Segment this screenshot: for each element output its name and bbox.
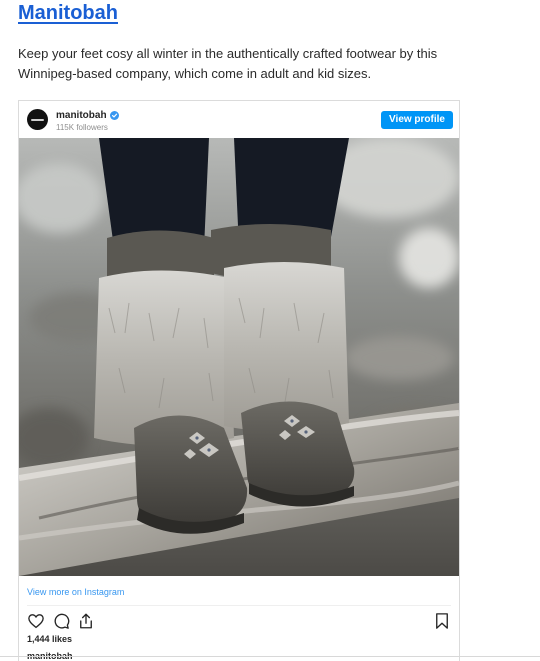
share-icon[interactable] xyxy=(77,612,95,630)
instagram-username-row[interactable]: manitobah xyxy=(56,110,119,121)
divider xyxy=(27,605,451,606)
instagram-post-photo[interactable] xyxy=(19,138,459,576)
like-count: 1,444 likes xyxy=(27,634,73,644)
follower-count: 115K followers xyxy=(56,123,108,132)
avatar[interactable] xyxy=(27,109,48,130)
instagram-header: manitobah 115K followers View profile xyxy=(19,101,459,138)
brand-heading-link[interactable]: Manitobah xyxy=(18,2,118,25)
brand-description: Keep your feet cosy all winter in the au… xyxy=(18,46,438,81)
bookmark-icon[interactable] xyxy=(433,612,451,630)
view-profile-button[interactable]: View profile xyxy=(381,111,453,129)
instagram-embed: manitobah 115K followers View profile Vi… xyxy=(18,100,460,661)
comment-icon[interactable] xyxy=(52,612,70,630)
heart-icon[interactable] xyxy=(27,612,45,630)
verified-badge-icon xyxy=(109,111,119,120)
view-more-on-instagram-link[interactable]: View more on Instagram xyxy=(27,587,124,597)
instagram-username[interactable]: manitobah xyxy=(56,110,107,121)
post-actions xyxy=(27,612,95,630)
